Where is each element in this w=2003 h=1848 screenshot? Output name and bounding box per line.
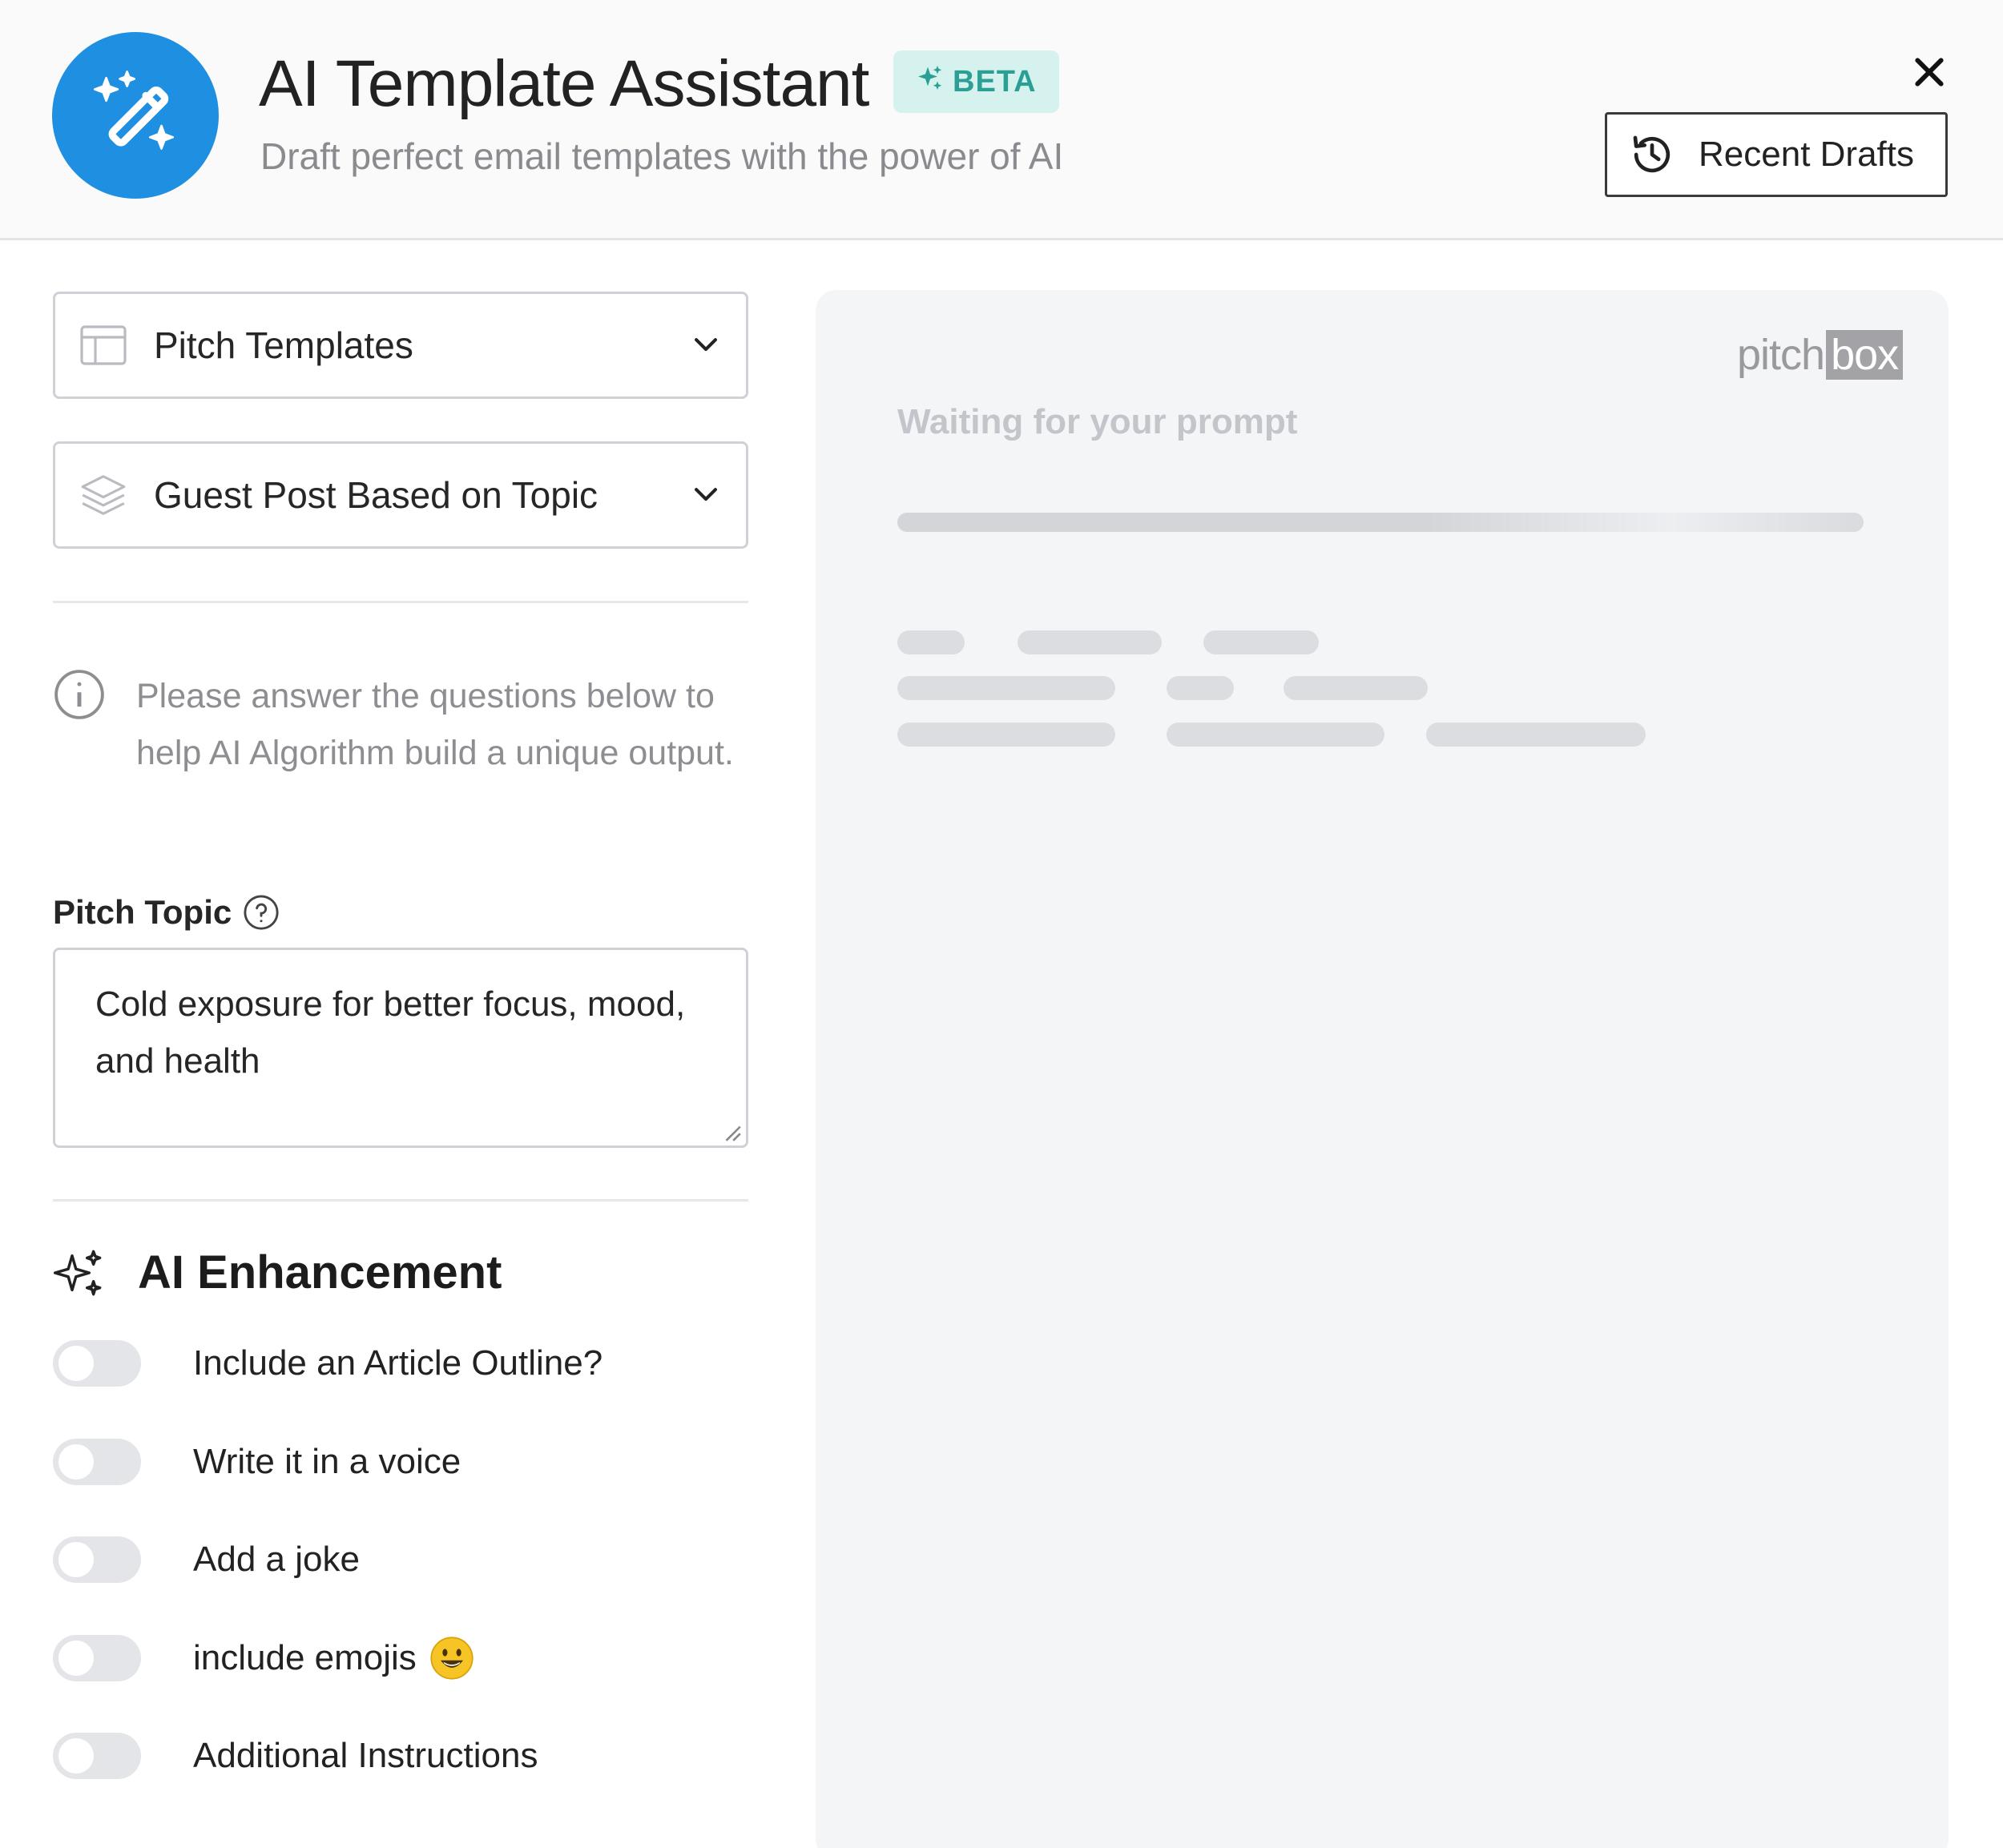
pitch-topic-label: Pitch Topic: [53, 893, 280, 932]
chevron-down-icon: [682, 486, 730, 504]
joke-toggle[interactable]: [53, 1536, 141, 1583]
dialog-header: AI Template Assistant BETA Draft perfect…: [0, 0, 2003, 240]
pitch-topic-label-text: Pitch Topic: [53, 893, 232, 931]
resize-handle-icon[interactable]: [721, 1121, 742, 1142]
pitchbox-logo-part2: box: [1826, 330, 1904, 380]
beta-badge: BETA: [893, 50, 1059, 113]
waiting-status: Waiting for your prompt: [897, 402, 1298, 441]
close-icon: [1915, 58, 1944, 87]
ai-enhancement-heading: AI Enhancement: [53, 1246, 502, 1299]
toggle-knob: [58, 1641, 94, 1676]
option-additional-instructions: Additional Instructions: [53, 1730, 538, 1782]
pitchbox-logo-part1: pitch: [1737, 331, 1825, 379]
toggle-knob: [58, 1738, 94, 1774]
magic-wand-icon: [52, 32, 219, 199]
beta-label: BETA: [953, 64, 1037, 99]
pitchbox-logo: pitch box: [1737, 330, 1904, 380]
history-icon: [1633, 135, 1671, 173]
section-divider: [53, 601, 748, 603]
option-article-outline: Include an Article Outline?: [53, 1338, 603, 1389]
emojis-label-wrap: include emojis: [193, 1636, 474, 1681]
close-button[interactable]: [1907, 50, 1952, 95]
dialog-title: AI Template Assistant: [259, 47, 869, 120]
template-category-select[interactable]: Pitch Templates: [53, 292, 748, 399]
recent-drafts-label: Recent Drafts: [1699, 135, 1914, 174]
sparkles-icon: [53, 1250, 102, 1295]
option-voice: Write it in a voice: [53, 1436, 461, 1488]
layers-icon: [75, 470, 131, 520]
section-divider: [53, 1199, 748, 1202]
article-outline-label: Include an Article Outline?: [193, 1343, 603, 1383]
option-emojis: include emojis: [53, 1633, 474, 1684]
sparkles-icon: [916, 63, 945, 100]
toggle-knob: [58, 1444, 94, 1480]
additional-instructions-label: Additional Instructions: [193, 1736, 538, 1775]
template-type-select[interactable]: Guest Post Based on Topic: [53, 441, 748, 549]
output-preview-panel: pitch box Waiting for your prompt: [816, 290, 1949, 1848]
voice-label: Write it in a voice: [193, 1442, 461, 1481]
voice-toggle[interactable]: [53, 1439, 141, 1485]
info-text: Please answer the questions below to hel…: [136, 677, 734, 772]
skeleton-line: [1167, 676, 1234, 700]
smiley-face-icon: [430, 1637, 474, 1680]
additional-instructions-toggle[interactable]: [53, 1733, 141, 1779]
article-outline-toggle[interactable]: [53, 1340, 141, 1387]
skeleton-line: [1018, 630, 1162, 654]
ai-enhancement-title: AI Enhancement: [138, 1246, 502, 1298]
skeleton-line: [1426, 723, 1646, 747]
option-joke: Add a joke: [53, 1534, 360, 1585]
skeleton-line: [1203, 630, 1319, 654]
loading-progress-bar: [897, 513, 1864, 532]
info-icon: [54, 670, 104, 719]
template-category-value: Pitch Templates: [154, 324, 413, 366]
chevron-down-icon: [682, 336, 730, 354]
dialog-subtitle: Draft perfect email templates with the p…: [260, 135, 1064, 177]
layout-template-icon: [75, 324, 131, 366]
skeleton-line: [897, 723, 1115, 747]
skeleton-line: [897, 676, 1115, 700]
template-type-value: Guest Post Based on Topic: [154, 474, 598, 516]
loading-progress-fill: [897, 513, 1864, 532]
joke-label: Add a joke: [193, 1540, 360, 1579]
pitch-topic-input[interactable]: [53, 948, 748, 1148]
recent-drafts-button[interactable]: Recent Drafts: [1605, 112, 1948, 197]
toggle-knob: [58, 1542, 94, 1577]
skeleton-line: [897, 630, 965, 654]
question-circle-icon[interactable]: [243, 894, 280, 931]
emojis-toggle[interactable]: [53, 1635, 141, 1681]
skeleton-line: [1167, 723, 1384, 747]
skeleton-line: [1284, 676, 1428, 700]
emojis-label: include emojis: [193, 1638, 417, 1677]
toggle-knob: [58, 1346, 94, 1381]
